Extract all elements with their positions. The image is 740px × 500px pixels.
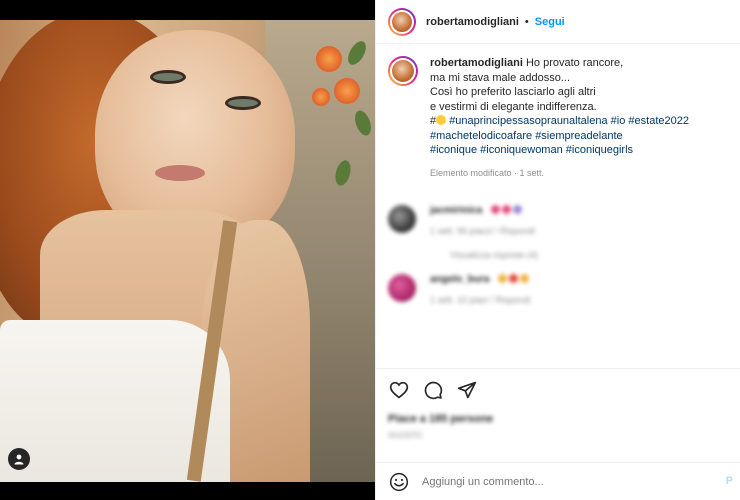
author-username[interactable]: robertamodigliani bbox=[426, 16, 519, 28]
heart-emoji-icon bbox=[513, 205, 523, 214]
caption-line: e vestirmi di elegante indifferenza. bbox=[430, 100, 597, 113]
media-letterbox-top bbox=[0, 0, 375, 20]
comment-meta[interactable]: 1 sett. 96 piacci ! Rispondi bbox=[430, 226, 538, 236]
commenter-username[interactable]: jacmirinica bbox=[430, 205, 482, 216]
hashtag-link[interactable]: #machetelodicoafare bbox=[430, 130, 532, 142]
follow-button[interactable]: Segui bbox=[535, 16, 565, 28]
author-avatar[interactable] bbox=[388, 7, 416, 36]
caption-username[interactable]: robertamodigliani bbox=[430, 57, 523, 69]
likes-count[interactable]: Piace a 185 persone bbox=[376, 401, 740, 425]
commenter-avatar[interactable] bbox=[388, 205, 416, 233]
view-replies-link[interactable]: Visualizza risposte (4) bbox=[450, 250, 538, 260]
heart-emoji-icon bbox=[502, 205, 512, 214]
comment-meta[interactable]: 1 sett. 10 piaci ! Rispondi bbox=[430, 295, 531, 305]
add-comment-bar: P bbox=[376, 462, 740, 500]
post-caption: robertamodigliani Ho provato rancore, ma… bbox=[388, 56, 728, 180]
post-side-panel: robertamodigliani • Segui robertamodigli… bbox=[375, 0, 740, 500]
commenter-avatar[interactable] bbox=[388, 274, 416, 302]
heart-emoji-icon bbox=[491, 205, 501, 214]
hashtag-link[interactable]: #io bbox=[611, 115, 626, 127]
edited-label: Elemento modificato bbox=[430, 167, 512, 178]
hashtag-link[interactable]: #unaprincipessasopraunaltalena bbox=[449, 115, 607, 127]
caption-line: ma mi stava male addosso... bbox=[430, 71, 571, 84]
hashtag-link[interactable]: #iconique bbox=[430, 144, 477, 156]
post-header: robertamodigliani • Segui bbox=[376, 0, 740, 44]
instagram-post: robertamodigliani • Segui robertamodigli… bbox=[0, 0, 740, 500]
heart-icon[interactable] bbox=[388, 379, 410, 401]
comment-icon[interactable] bbox=[422, 379, 444, 401]
hashtag-link[interactable]: #iconiquewoman bbox=[480, 144, 563, 156]
caption-avatar[interactable] bbox=[388, 56, 418, 86]
caption-line: Ho provato rancore, bbox=[525, 57, 624, 69]
post-media[interactable] bbox=[0, 0, 375, 500]
commenter-username[interactable]: angelo_bura bbox=[430, 274, 489, 285]
sun-emoji-icon bbox=[436, 115, 447, 125]
hashtag-link[interactable]: #iconiquegirls bbox=[566, 144, 633, 156]
caption-time[interactable]: 1 sett. bbox=[520, 168, 545, 178]
post-actions: Piace a 185 persone AGOSTO bbox=[376, 368, 740, 440]
comment-item: jacmirinica 1 sett. 96 piacci ! Rispondi… bbox=[388, 205, 728, 260]
comments-list: jacmirinica 1 sett. 96 piacci ! Rispondi… bbox=[388, 205, 728, 313]
post-date: AGOSTO bbox=[388, 431, 423, 440]
post-comment-button[interactable]: P bbox=[726, 475, 733, 487]
heart-emoji-icon bbox=[509, 274, 519, 283]
emoji-icon[interactable] bbox=[388, 471, 410, 493]
comment-item: angelo_bura 1 sett. 10 piaci ! Rispondi bbox=[388, 274, 728, 305]
media-letterbox-bottom bbox=[0, 482, 375, 500]
clap-emoji-icon bbox=[520, 274, 530, 283]
share-icon[interactable] bbox=[456, 379, 478, 401]
caption-meta: Elemento modificato · 1 sett. bbox=[430, 167, 545, 178]
comment-input[interactable] bbox=[422, 475, 712, 488]
header-separator: • bbox=[524, 15, 529, 28]
caption-line: Così ho preferito lasciarlo agli altri bbox=[430, 86, 596, 98]
hashtag-link[interactable]: #estate2022 bbox=[628, 115, 689, 127]
post-photo[interactable] bbox=[0, 20, 375, 482]
clap-emoji-icon bbox=[498, 274, 508, 283]
tagged-user-icon[interactable] bbox=[8, 448, 30, 470]
hashtag-link[interactable]: #siempreadelante bbox=[535, 130, 622, 142]
